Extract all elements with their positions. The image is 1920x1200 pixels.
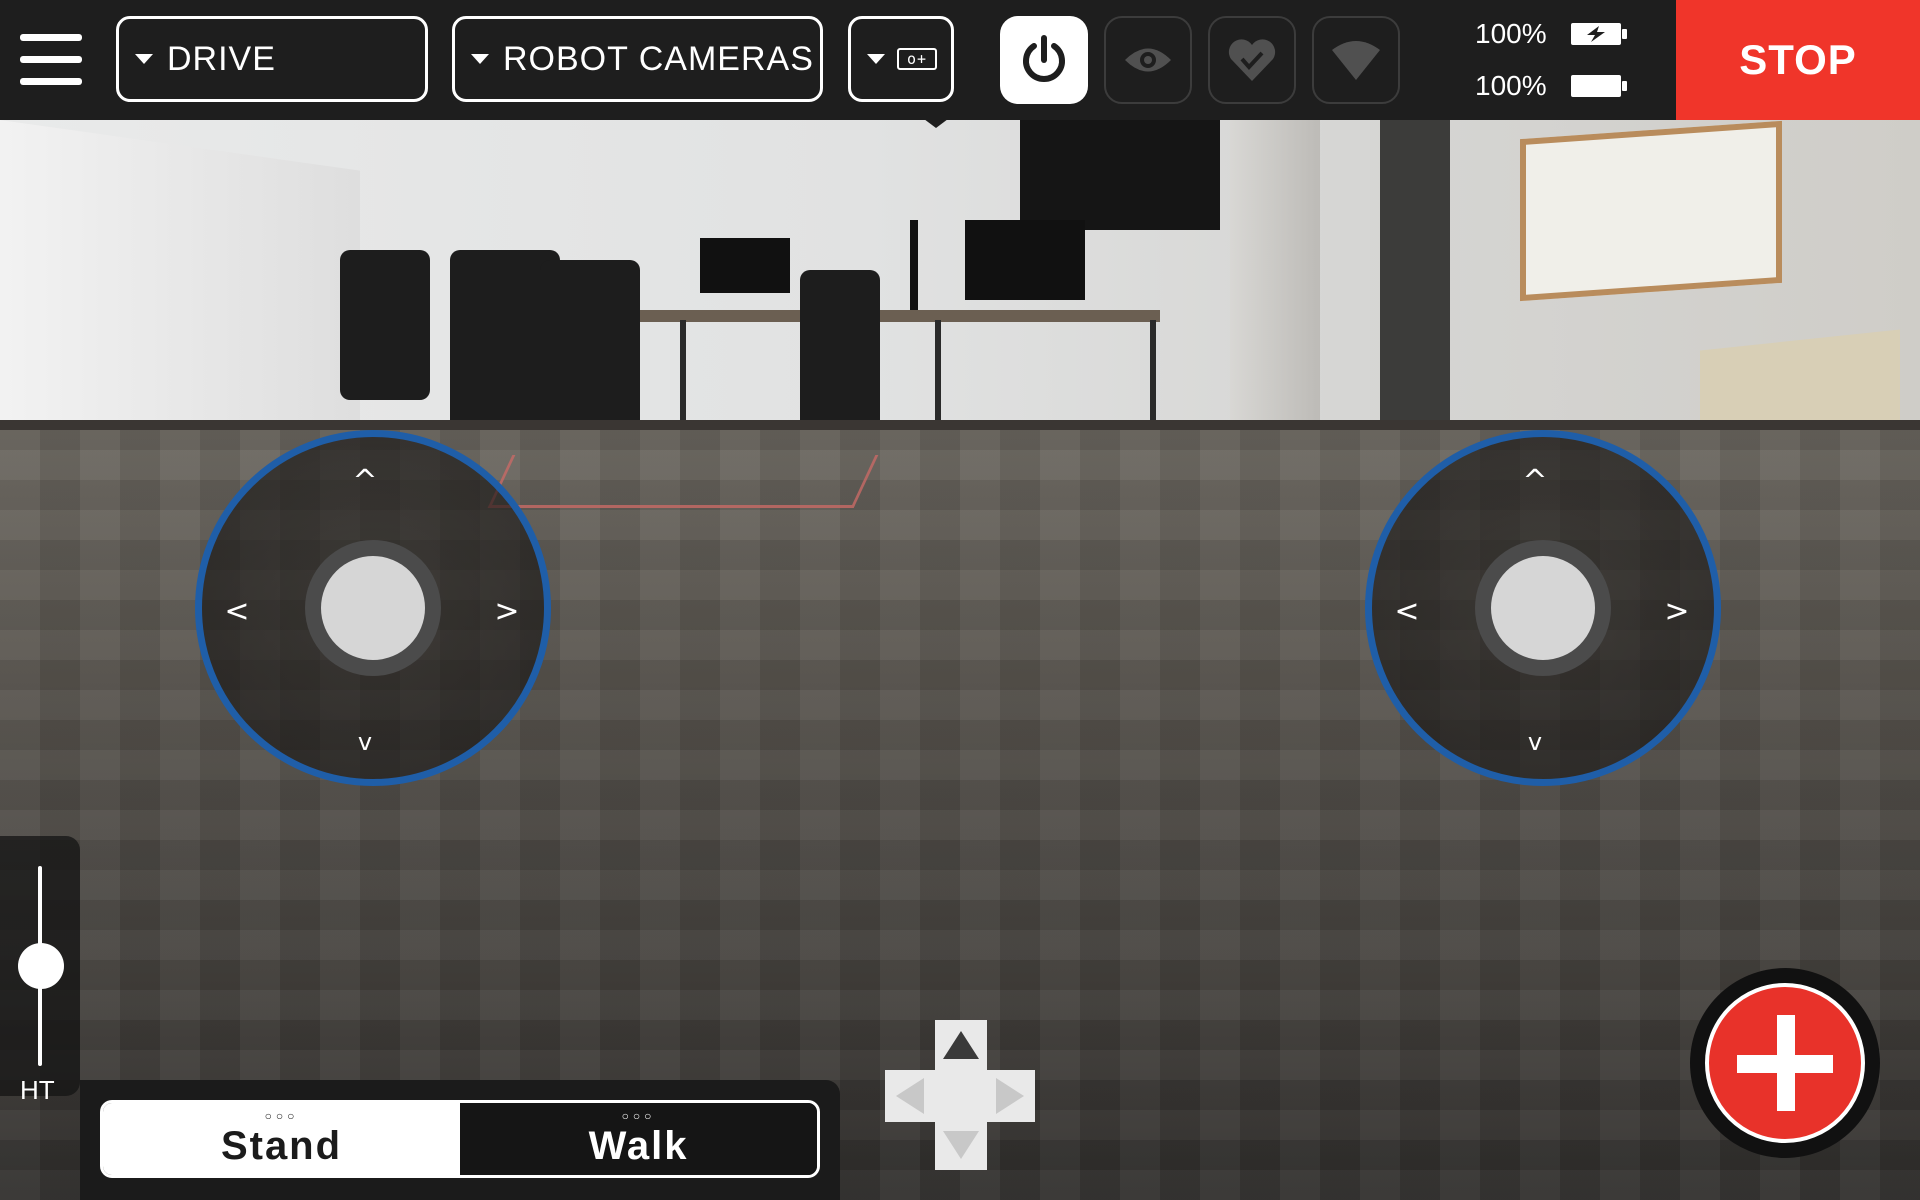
power-button[interactable]: [1000, 16, 1088, 104]
camera-layout-dropdown[interactable]: o+: [848, 16, 954, 102]
power-icon: [1023, 35, 1065, 82]
wifi-button[interactable]: [1312, 16, 1400, 104]
caret-down-icon: [867, 54, 885, 64]
dpad-up-button[interactable]: [935, 1020, 987, 1070]
mode-dropdown-label: DRIVE: [167, 39, 276, 78]
left-joystick[interactable]: ^ v < >: [195, 430, 551, 786]
chevron-down-icon: v: [357, 728, 373, 756]
top-toolbar: DRIVE ROBOT CAMERAS o+ 100% 100% STOP: [0, 0, 1920, 128]
right-joystick[interactable]: ^ v < >: [1365, 430, 1721, 786]
chevron-right-icon: >: [494, 594, 520, 629]
joystick-knob[interactable]: [321, 556, 425, 660]
battery-icon: [1571, 75, 1627, 97]
chevron-down-icon: v: [1527, 728, 1543, 756]
camera-layout-icon: o+: [897, 48, 937, 70]
eye-button[interactable]: [1104, 16, 1192, 104]
triangle-down-icon: [943, 1131, 979, 1159]
triangle-right-icon: [996, 1078, 1024, 1114]
triangle-left-icon: [896, 1078, 924, 1114]
dpad-left-button[interactable]: [885, 1070, 935, 1122]
battery-percent: 100%: [1475, 70, 1547, 101]
heart-icon: [1228, 39, 1276, 81]
dots-icon: ○○○: [621, 1108, 656, 1123]
eye-icon: [1125, 48, 1171, 72]
chevron-up-icon: ^: [1522, 464, 1548, 499]
chevron-left-icon: <: [1394, 594, 1420, 629]
camera-dropdown[interactable]: ROBOT CAMERAS: [452, 16, 823, 102]
add-button[interactable]: [1690, 968, 1880, 1158]
caret-down-icon: [135, 54, 153, 64]
walk-label: Walk: [588, 1123, 689, 1168]
stand-button[interactable]: ○○○ Stand: [103, 1103, 460, 1175]
height-slider-knob[interactable]: [18, 943, 64, 989]
robot-drive-screen: DRIVE ROBOT CAMERAS o+ 100% 100% STOP ^ …: [0, 0, 1920, 1200]
walk-button[interactable]: ○○○ Walk: [460, 1103, 817, 1175]
wifi-icon: [1332, 41, 1380, 80]
stand-walk-toggle: ○○○ Stand ○○○ Walk: [100, 1100, 820, 1178]
dpad: [885, 1020, 1035, 1170]
plus-icon: [1705, 983, 1865, 1143]
triangle-up-icon: [943, 1031, 979, 1059]
battery-charging-icon: [1571, 23, 1627, 45]
dropdown-pointer: [920, 116, 952, 128]
dpad-down-button[interactable]: [935, 1120, 987, 1170]
height-label: HT: [20, 1075, 55, 1105]
joystick-knob[interactable]: [1491, 556, 1595, 660]
chevron-left-icon: <: [224, 594, 250, 629]
battery-status-1: 100%: [1475, 18, 1627, 50]
battery-status-2: 100%: [1475, 70, 1627, 102]
stop-button[interactable]: STOP: [1676, 0, 1920, 120]
chevron-up-icon: ^: [352, 464, 378, 499]
dots-icon: ○○○: [264, 1108, 299, 1123]
battery-percent: 100%: [1475, 18, 1547, 49]
menu-icon[interactable]: [20, 34, 82, 86]
mode-dropdown[interactable]: DRIVE: [116, 16, 428, 102]
stand-label: Stand: [220, 1123, 343, 1168]
heart-button[interactable]: [1208, 16, 1296, 104]
chevron-right-icon: >: [1664, 594, 1690, 629]
camera-dropdown-label: ROBOT CAMERAS: [503, 39, 814, 78]
caret-down-icon: [471, 54, 489, 64]
dpad-right-button[interactable]: [985, 1070, 1035, 1122]
